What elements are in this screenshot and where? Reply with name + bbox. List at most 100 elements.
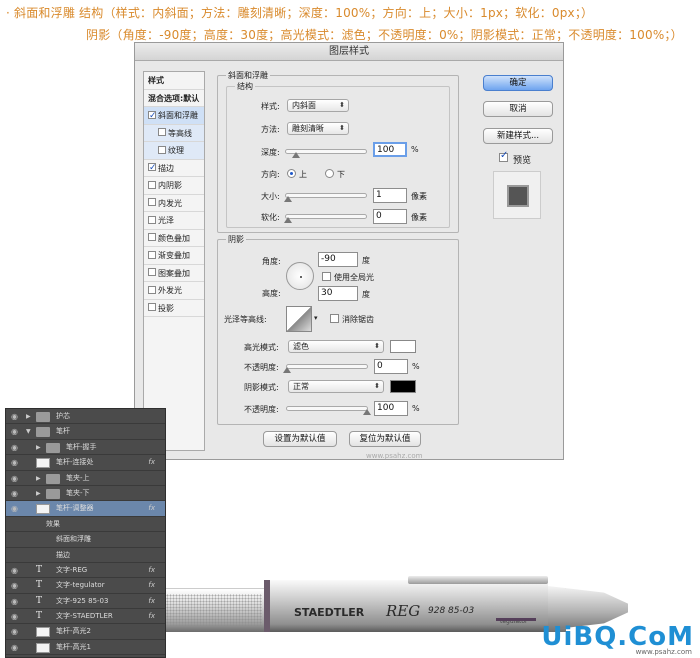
fx-icon[interactable]: fx	[148, 563, 155, 578]
sidebar-item-4[interactable]: 纹理	[144, 142, 204, 160]
sidebar-item-5[interactable]: 描边	[144, 160, 204, 177]
sidebar-item-13[interactable]: 投影	[144, 300, 204, 317]
sidebar-checkbox[interactable]	[148, 160, 157, 177]
depth-input[interactable]: 100	[373, 142, 407, 157]
gloss-contour-picker[interactable]	[286, 306, 312, 332]
soften-input[interactable]: 0	[373, 209, 407, 224]
depth-slider[interactable]	[285, 149, 367, 158]
sidebar-checkbox[interactable]	[148, 215, 156, 224]
fx-icon[interactable]: fx	[148, 609, 155, 624]
anti-alias-checkbox[interactable]	[330, 314, 339, 323]
layer-row[interactable]: ◉ T 文字-tegulator fx	[6, 578, 165, 594]
altitude-input[interactable]: 30	[318, 286, 358, 301]
soften-slider[interactable]	[283, 214, 367, 223]
sidebar-checkbox[interactable]	[148, 250, 156, 259]
sidebar-checkbox[interactable]	[148, 268, 156, 276]
depth-slider-knob[interactable]	[291, 152, 300, 158]
technique-select[interactable]: 雕刻清晰	[287, 122, 349, 135]
layer-row[interactable]: ◉ ▶ 笔夹-上	[6, 471, 165, 486]
visibility-eye-icon[interactable]: ◉	[11, 440, 18, 455]
sidebar-item-0[interactable]: 样式	[144, 72, 204, 90]
reset-default-button[interactable]: 复位为默认值	[349, 431, 421, 447]
direction-up-radio[interactable]	[287, 169, 296, 178]
preview-checkbox[interactable]: ✓	[499, 150, 508, 162]
fx-icon[interactable]: fx	[148, 455, 155, 470]
fx-icon[interactable]: fx	[148, 501, 155, 516]
sidebar-item-11[interactable]: 图案叠加	[144, 265, 204, 282]
layer-row[interactable]: ◉ ▶ 护芯	[6, 409, 165, 425]
sidebar-checkbox[interactable]	[148, 180, 156, 189]
layer-row[interactable]: ◉ ▼ 笔杆	[6, 424, 165, 440]
expand-arrow-icon[interactable]: ▶	[36, 440, 41, 455]
sidebar-checkbox[interactable]	[148, 303, 156, 311]
shadow-opacity-slider[interactable]	[286, 406, 371, 415]
highlight-mode-select[interactable]: 滤色	[288, 340, 384, 353]
shadow-mode-select[interactable]: 正常	[288, 380, 384, 393]
layer-row[interactable]: ◉ 笔杆-调整器 fx	[6, 501, 165, 517]
layer-row[interactable]: ◉ 笔杆-连接处 fx	[6, 455, 165, 471]
visibility-eye-icon[interactable]: ◉	[11, 594, 18, 609]
visibility-eye-icon[interactable]: ◉	[11, 471, 18, 486]
sidebar-item-8[interactable]: 光泽	[144, 212, 204, 230]
contour-dropdown-icon[interactable]: ▾	[314, 314, 318, 322]
highlight-opacity-knob[interactable]	[283, 367, 291, 373]
layer-row[interactable]: ◉ ▶ 笔夹-下	[6, 486, 165, 502]
sidebar-item-1[interactable]: 混合选项:默认	[144, 90, 204, 107]
visibility-eye-icon[interactable]: ◉	[11, 455, 18, 470]
highlight-color-swatch[interactable]	[390, 340, 416, 353]
sidebar-item-3[interactable]: 等高线	[144, 124, 204, 142]
expand-arrow-icon[interactable]: ▶	[36, 471, 41, 486]
expand-arrow-icon[interactable]: ▼	[26, 424, 31, 439]
layer-row[interactable]: 描边	[6, 548, 165, 563]
sidebar-checkbox[interactable]	[158, 145, 166, 154]
sidebar-checkbox[interactable]	[158, 128, 166, 136]
sidebar-item-2[interactable]: 斜面和浮雕	[144, 107, 204, 125]
size-slider-knob[interactable]	[283, 196, 292, 202]
visibility-eye-icon[interactable]: ◉	[11, 640, 18, 655]
sidebar-checkbox[interactable]	[148, 198, 156, 206]
soften-slider-knob[interactable]	[283, 217, 292, 223]
layer-row[interactable]: ◉ 笔杆-高光1	[6, 640, 165, 656]
fx-icon[interactable]: fx	[148, 578, 155, 593]
make-default-button[interactable]: 设置为默认值	[263, 431, 337, 447]
shadow-opacity-input[interactable]: 100	[374, 401, 408, 416]
visibility-eye-icon[interactable]: ◉	[11, 578, 18, 593]
layer-row[interactable]: ◉ T 文字-STAEDTLER fx	[6, 609, 165, 625]
visibility-eye-icon[interactable]: ◉	[11, 486, 18, 501]
layer-row[interactable]: 效果	[6, 517, 165, 533]
layer-row[interactable]: ◉ T 文字-REG fx	[6, 563, 165, 579]
visibility-eye-icon[interactable]: ◉	[11, 501, 18, 516]
sidebar-item-6[interactable]: 内阴影	[144, 177, 204, 195]
ok-button[interactable]: 确定	[483, 75, 553, 91]
visibility-eye-icon[interactable]: ◉	[11, 409, 18, 424]
sidebar-item-10[interactable]: 渐变叠加	[144, 247, 204, 265]
angle-dial[interactable]	[286, 262, 314, 290]
sidebar-checkbox[interactable]	[148, 108, 157, 125]
shadow-opacity-knob[interactable]	[363, 409, 371, 415]
expand-arrow-icon[interactable]: ▶	[26, 409, 31, 424]
size-input[interactable]: 1	[373, 188, 407, 203]
global-light-checkbox[interactable]	[322, 272, 331, 281]
direction-down-radio[interactable]	[325, 169, 334, 178]
highlight-opacity-slider[interactable]	[283, 364, 368, 373]
visibility-eye-icon[interactable]: ◉	[11, 424, 18, 439]
visibility-eye-icon[interactable]: ◉	[11, 624, 18, 639]
layer-row[interactable]: ◉ 笔杆-高光2	[6, 624, 165, 640]
sidebar-checkbox[interactable]	[148, 285, 156, 294]
sidebar-checkbox[interactable]	[148, 233, 156, 241]
layer-row[interactable]: ◉ T 文字-925 85-03 fx	[6, 594, 165, 610]
angle-input[interactable]: -90	[318, 252, 358, 267]
shadow-color-swatch[interactable]	[390, 380, 416, 393]
style-select[interactable]: 内斜面	[287, 99, 349, 112]
visibility-eye-icon[interactable]: ◉	[11, 609, 18, 624]
layer-row[interactable]: ◉ ▶ 笔杆-握手	[6, 440, 165, 456]
visibility-eye-icon[interactable]: ◉	[11, 563, 18, 578]
size-slider[interactable]	[283, 193, 367, 202]
sidebar-item-7[interactable]: 内发光	[144, 195, 204, 212]
cancel-button[interactable]: 取消	[483, 101, 553, 117]
layer-row[interactable]: 斜面和浮雕	[6, 532, 165, 548]
sidebar-item-12[interactable]: 外发光	[144, 282, 204, 300]
new-style-button[interactable]: 新建样式...	[483, 128, 553, 144]
expand-arrow-icon[interactable]: ▶	[36, 486, 41, 501]
fx-icon[interactable]: fx	[148, 594, 155, 609]
